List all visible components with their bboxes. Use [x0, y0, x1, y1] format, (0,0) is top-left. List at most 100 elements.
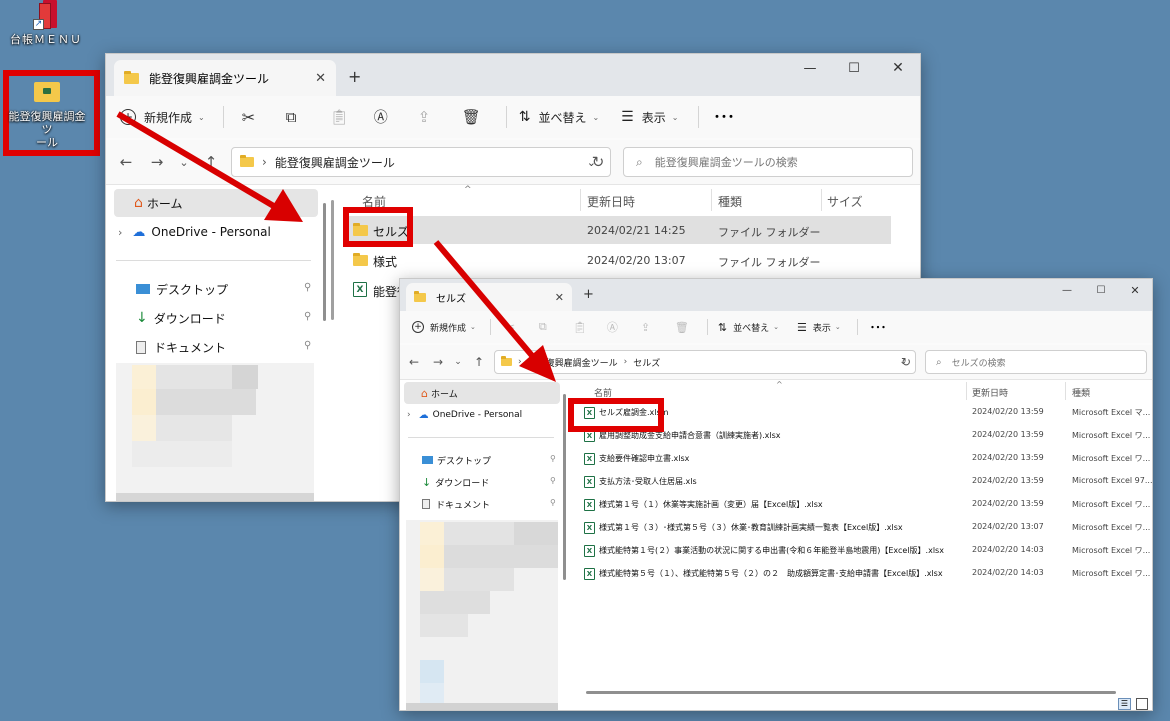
breadcrumb-noto-tool[interactable]: 能登復興雇調金ツール [275, 154, 395, 171]
file-row-serus[interactable]: セルズ 2024/02/21 14:25 ファイル フォルダー [345, 216, 891, 244]
horizontal-scrollbar[interactable] [586, 691, 1116, 694]
search-box[interactable]: ⌕ 能登復興雇調金ツールの検索 [623, 147, 913, 177]
sidebar-item-documents[interactable]: ドキュメント [404, 493, 560, 515]
back-icon[interactable]: ← [116, 152, 136, 172]
sidebar-item-label: ホーム [146, 196, 183, 211]
sidebar-item-downloads[interactable]: ↓ ダウンロード [114, 304, 318, 332]
file-name: 支給要件確認申立書.xlsx [599, 454, 690, 463]
pin-icon[interactable]: ⚲ [304, 340, 311, 351]
cut-icon[interactable]: ✂ [242, 108, 268, 127]
pin-icon[interactable]: ⚲ [550, 476, 556, 485]
pin-icon[interactable]: ⚲ [550, 498, 556, 507]
tab-noto-tool[interactable]: 能登復興雇調金ツール ✕ [114, 60, 336, 96]
new-button[interactable]: + 新規作成 ⌄ [120, 109, 205, 126]
view-button[interactable]: ☰ 表示 ⌄ [797, 321, 841, 334]
sidebar-item-desktop[interactable]: デスクトップ [114, 275, 318, 303]
column-header-type[interactable]: 種類 [1072, 386, 1090, 399]
pin-icon[interactable]: ⚲ [304, 282, 311, 293]
up-icon[interactable]: ↑ [203, 152, 219, 172]
column-header-type[interactable]: 種類 [718, 193, 742, 210]
copy-icon[interactable]: ⧉ [539, 320, 559, 334]
sidebar-scrollbar[interactable] [323, 203, 326, 321]
desktop-icon-noto-tool-folder[interactable]: 能登復興雇調金ツ ール [8, 82, 86, 149]
close-tab-icon[interactable]: ✕ [555, 291, 564, 304]
breadcrumb-noto-tool[interactable]: 能登復興雇調金ツール [528, 356, 618, 369]
copy-icon[interactable]: ⧉ [286, 108, 312, 126]
more-options-icon[interactable]: ･･･ [713, 107, 734, 127]
file-row[interactable]: X 様式能特第１号(２）事業活動の状況に関する申出書(令和６年能登半島地震用)【E… [576, 540, 1150, 562]
rename-icon[interactable]: Ⓐ [374, 107, 400, 127]
file-row-yoshiki[interactable]: 様式 2024/02/20 13:07 ファイル フォルダー [345, 246, 891, 274]
delete-icon[interactable]: 🗑︎ [462, 108, 488, 126]
new-tab-icon[interactable]: + [348, 67, 361, 86]
cut-icon[interactable]: ✂ [505, 320, 525, 334]
delete-icon[interactable]: 🗑︎ [675, 321, 695, 334]
column-header-date[interactable]: 更新日時 [972, 386, 1008, 399]
close-tab-icon[interactable]: ✕ [315, 71, 326, 86]
details-view-icon[interactable]: ☰ [1118, 698, 1131, 710]
sidebar-item-downloads[interactable]: ↓ ダウンロード [404, 471, 560, 493]
window-controls: — ☐ ✕ [1050, 279, 1152, 301]
file-list-scrollbar[interactable] [331, 200, 334, 320]
sidebar-item-onedrive[interactable]: › ☁ OneDrive - Personal [114, 218, 318, 246]
file-row[interactable]: X 支給要件確認申立書.xlsx 2024/02/20 13:59 Microsoft… [576, 448, 1150, 470]
sort-button[interactable]: ⇅ 並べ替え ⌄ [718, 321, 779, 334]
sidebar-item-label: デスクトップ [156, 282, 229, 297]
pin-icon[interactable]: ⚲ [550, 454, 556, 463]
file-row[interactable]: X 様式能特第５号（１）、様式能特第５号（２）の２ 助成額算定書･支給申請書【Ex… [576, 563, 1150, 585]
address-bar[interactable]: › 能登復興雇調金ツール ⌄ [231, 147, 611, 177]
maximize-icon[interactable]: ☐ [1084, 279, 1118, 301]
address-bar[interactable]: › 能登復興雇調金ツール › セルズ ⌄ [494, 350, 916, 374]
recent-chevron-icon[interactable]: ⌄ [453, 357, 463, 367]
view-list-icon: ☰ [621, 109, 634, 125]
tab-bar: 能登復興雇調金ツール ✕ + — ☐ ✕ [106, 54, 920, 96]
close-window-icon[interactable]: ✕ [1118, 279, 1152, 301]
excel-icon: X [584, 545, 595, 557]
tab-serus[interactable]: セルズ ✕ [406, 283, 572, 311]
close-window-icon[interactable]: ✕ [876, 54, 920, 82]
file-row[interactable]: X 支払方法･受取人住居届.xls 2024/02/20 13:59 Microsof… [576, 471, 1152, 493]
column-divider [1065, 382, 1066, 400]
back-icon[interactable]: ← [406, 355, 422, 369]
sidebar-item-label: ドキュメント [154, 340, 227, 355]
file-date: 2024/02/20 13:59 [972, 499, 1044, 508]
sort-button[interactable]: ⇅ 並べ替え ⌄ [519, 109, 599, 126]
refresh-icon[interactable]: ↻ [898, 355, 914, 369]
recent-chevron-icon[interactable]: ⌄ [178, 152, 190, 172]
refresh-icon[interactable]: ↻ [588, 153, 608, 171]
column-header-date[interactable]: 更新日時 [587, 193, 635, 210]
tiles-view-icon[interactable] [1136, 698, 1148, 710]
sidebar-item-documents[interactable]: ドキュメント [114, 333, 318, 361]
new-button[interactable]: + 新規作成 ⌄ [412, 321, 476, 334]
sidebar-item-onedrive[interactable]: › ☁ OneDrive - Personal [404, 404, 560, 426]
new-tab-icon[interactable]: + [583, 287, 594, 302]
pin-icon[interactable]: ⚲ [304, 311, 311, 322]
search-icon: ⌕ [636, 154, 643, 169]
minimize-icon[interactable]: — [788, 54, 832, 82]
search-box[interactable]: ⌕ セルズの検索 [925, 350, 1147, 374]
file-type: Microsoft Excel ワ... [1072, 500, 1151, 509]
paste-icon[interactable]: 📋︎ [330, 108, 356, 126]
rename-icon[interactable]: Ⓐ [607, 319, 627, 335]
excel-icon: X [584, 499, 595, 511]
file-row[interactable]: X 様式第１号（３）･様式第５号（３）休業･教育訓練計画実績一覧表【Excel版】… [576, 517, 1150, 539]
paste-icon[interactable]: 📋︎ [573, 321, 593, 334]
sidebar-scrollbar[interactable] [563, 394, 566, 580]
desktop-icon-daicho-menu[interactable]: ↗ 台帳ＭＥＮＵ [8, 0, 84, 46]
sidebar-item-desktop[interactable]: デスクトップ [404, 449, 560, 471]
breadcrumb-serus[interactable]: セルズ [633, 356, 660, 369]
forward-icon[interactable]: → [430, 355, 446, 369]
sidebar-item-home[interactable]: ⌂ ホーム [404, 382, 560, 404]
more-options-icon[interactable]: ･･･ [870, 319, 887, 335]
minimize-icon[interactable]: — [1050, 279, 1084, 301]
desktop-folder-icon [136, 284, 150, 294]
up-icon[interactable]: ↑ [473, 355, 485, 369]
maximize-icon[interactable]: ☐ [832, 54, 876, 82]
share-icon[interactable]: ⇪ [418, 108, 444, 126]
file-row[interactable]: X 様式第１号（１）休業等実施計画（変更）届【Excel版】.xlsx 2024/0… [576, 494, 1150, 516]
column-header-size[interactable]: サイズ [827, 193, 863, 210]
share-icon[interactable]: ⇪ [641, 321, 661, 334]
view-button[interactable]: ☰ 表示 ⌄ [621, 109, 678, 126]
sidebar-item-home[interactable]: ⌂ ホーム [114, 189, 318, 217]
forward-icon[interactable]: → [147, 152, 167, 172]
